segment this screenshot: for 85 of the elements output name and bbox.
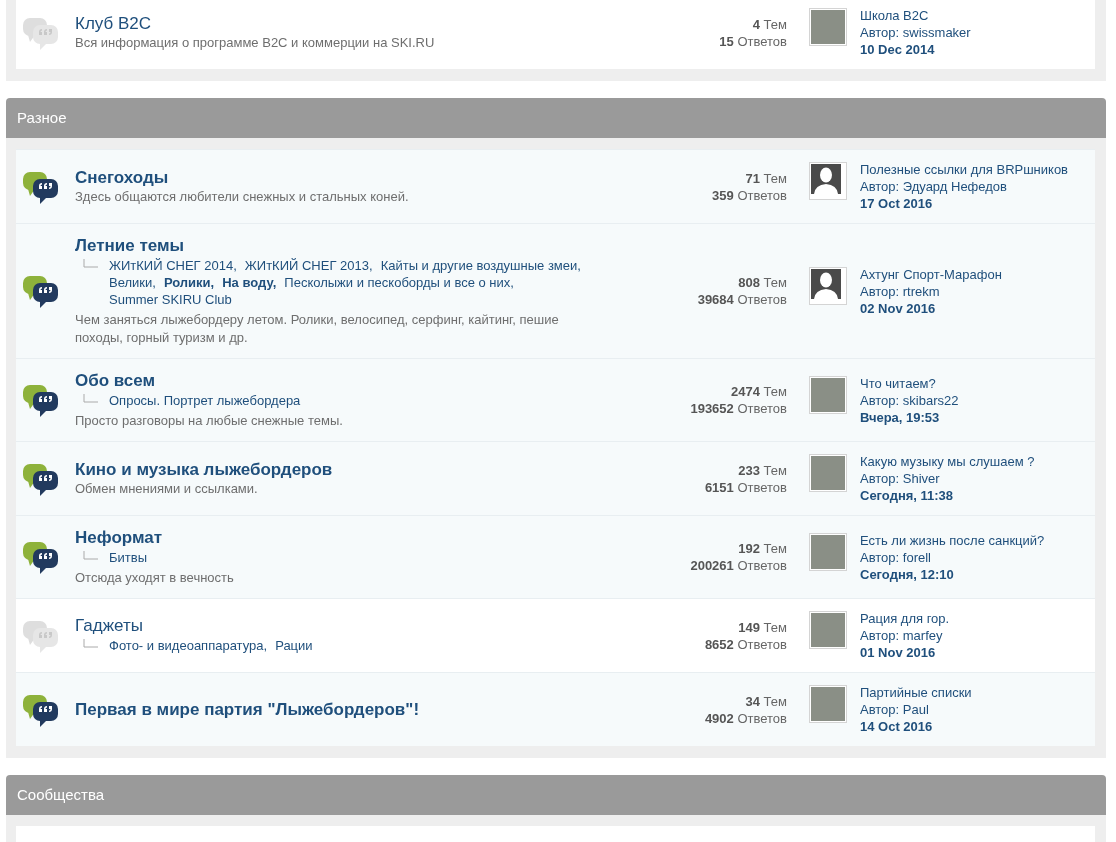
topic-count: 2474 Тем	[731, 383, 787, 400]
forum-title[interactable]: Неформат	[75, 527, 163, 548]
forum-title[interactable]: Обо всем	[75, 370, 156, 391]
last-post-title[interactable]: Что читаем?	[860, 374, 936, 392]
last-post-title[interactable]: Какую музыку мы слушаем ?	[860, 453, 1035, 470]
last-post-author: Автор: Эдуард Нефедов	[860, 178, 1008, 195]
tree-connector-icon	[83, 394, 99, 404]
post-count: 359 Ответов	[712, 186, 787, 204]
forum-title[interactable]: Первая в мире партия "Лыжебордеров"!	[75, 699, 420, 720]
forum-description: Обмен мнениями и ссылками.	[75, 480, 259, 498]
topic-count: 4 Тем	[752, 15, 787, 33]
last-post-title[interactable]: Есть ли жизнь после санкций?	[860, 531, 1045, 549]
post-count: 200261 Ответов	[690, 557, 787, 574]
subforum-link[interactable]: На воду,	[222, 274, 277, 291]
tree-connector-icon	[83, 638, 99, 649]
last-post-title[interactable]: Ахтунг Спорт-Марафон	[860, 265, 1002, 283]
forum-title[interactable]: Снегоходы	[75, 167, 169, 188]
forum-description: Вся информация о программе B2C и коммерции на SKI.RU	[75, 34, 436, 52]
section-header: Сообщества	[6, 775, 1106, 815]
last-post-author: Автор: forell	[860, 548, 932, 566]
forum-title[interactable]: Клуб B2C	[75, 13, 152, 34]
last-post-author: Автор: skibars22	[860, 391, 959, 409]
forum-description: Чем заняться лыжебордеру летом. Ролики, велосипед, серфинг, кайтинг, пешие походы, горный туризм и др.	[75, 311, 560, 347]
topic-count: 192 Тем	[738, 540, 787, 557]
tree-connector-icon	[83, 551, 99, 561]
last-post-title[interactable]: Школа B2C	[860, 7, 929, 24]
last-post-title[interactable]: Рация для гор.	[860, 610, 950, 627]
topic-count: 233 Тем	[738, 461, 787, 479]
subforum-link[interactable]: Битвы	[109, 549, 147, 566]
last-post-date: Сегодня, 11:38	[860, 487, 955, 504]
post-count: 4902 Ответов	[704, 709, 787, 727]
speech-bubbles-icon	[22, 539, 60, 575]
photo-placeholder	[811, 687, 845, 721]
subforum-link[interactable]: Фото- и видеоаппаратура,	[109, 636, 268, 654]
post-count: 15 Ответов	[719, 32, 787, 50]
topic-count: 808 Тем	[738, 274, 787, 291]
avatar[interactable]	[809, 162, 847, 200]
subforum-link[interactable]: Summer SKIRU Club	[109, 291, 232, 308]
forum-title[interactable]: Летние темы	[75, 235, 185, 256]
person-silhouette-icon	[811, 268, 841, 299]
post-count: 193652 Ответов	[690, 400, 787, 417]
post-count: 39684 Ответов	[697, 291, 787, 308]
last-post-date: 17 Oct 2016	[860, 195, 934, 212]
last-post-title[interactable]: Партийные списки	[860, 684, 972, 701]
topic-count: 34 Тем	[745, 692, 787, 710]
last-post-date: 14 Oct 2016	[860, 718, 934, 735]
photo-placeholder	[811, 534, 845, 569]
tree-connector-icon	[83, 259, 99, 269]
last-post-author: Автор: marfey	[860, 627, 944, 644]
avatar[interactable]	[809, 266, 847, 305]
subforum-link[interactable]: ЖИтКИЙ СНЕГ 2014,	[109, 257, 237, 274]
subforum-link[interactable]: Опросы. Портрет лыжебордера	[109, 392, 301, 409]
subforum-link[interactable]: Ролики,	[163, 274, 215, 291]
forum-title[interactable]: Кино и музыка лыжебордеров	[75, 459, 333, 480]
subforum-link[interactable]: Кайты и другие воздушные змеи,	[380, 257, 581, 274]
last-post-author: Автор: rtrekm	[860, 282, 941, 300]
forum-description: Отсюда уходят в вечность	[75, 569, 235, 587]
last-post-date: Вчера, 19:53	[860, 408, 941, 426]
forum-title[interactable]: Гаджеты	[75, 614, 143, 636]
subforum-link[interactable]: Песколыжи и пескоборды и все о них,	[284, 274, 514, 291]
photo-placeholder	[811, 377, 845, 412]
subforum-link[interactable]: Велики,	[109, 274, 156, 291]
photo-placeholder	[811, 10, 845, 44]
topic-count: 71 Тем	[745, 169, 787, 187]
forum-description: Здесь общаются любители снежных и стальных коней.	[75, 188, 410, 206]
forum-description: Просто разговоры на любые снежные темы.	[75, 412, 344, 430]
photo-placeholder	[811, 456, 845, 490]
last-post-date: 10 Dec 2014	[860, 41, 936, 58]
section-header: Разное	[6, 98, 1106, 138]
post-count: 8652 Ответов	[704, 635, 787, 653]
last-post-date: 01 Nov 2016	[860, 644, 937, 661]
last-post-author: Автор: swissmaker	[860, 24, 971, 41]
last-post-author: Автор: Shiver	[860, 470, 941, 487]
subforum-link[interactable]: ЖИтКИЙ СНЕГ 2013,	[244, 257, 373, 274]
speech-bubbles-icon	[22, 382, 60, 418]
last-post-date: Сегодня, 12:10	[860, 565, 955, 583]
topic-count: 149 Тем	[738, 618, 787, 636]
photo-placeholder	[811, 613, 845, 647]
speech-bubbles-icon	[22, 273, 60, 309]
subforum-link[interactable]: Рации	[275, 636, 313, 654]
last-post-title[interactable]: Полезные ссылки для BRPшников	[860, 161, 1069, 178]
person-silhouette-icon	[811, 164, 841, 194]
post-count: 6151 Ответов	[704, 478, 787, 496]
last-post-date: 02 Nov 2016	[860, 299, 937, 317]
last-post-author: Автор: Paul	[860, 701, 930, 718]
